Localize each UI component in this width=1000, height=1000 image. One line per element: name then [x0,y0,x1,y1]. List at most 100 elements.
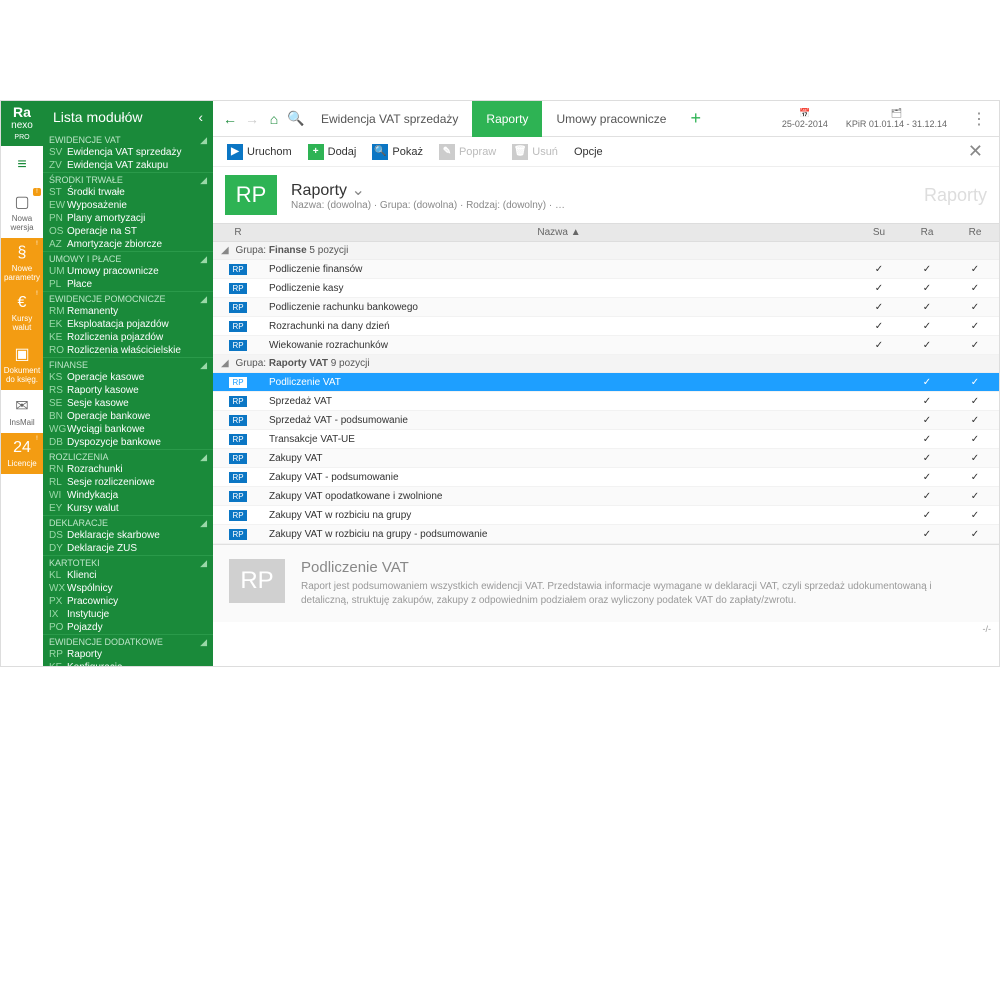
rail-item-3[interactable]: €Kursy walut! [1,288,43,338]
group-header[interactable]: ◢ Grupa: Raporty VAT 9 pozycji [213,355,999,373]
sidebar-item[interactable]: KFKonfiguracja [43,661,213,666]
sidebar-item[interactable]: IXInstytucje [43,608,213,621]
sidebar-item[interactable]: RORozliczenia właścicielskie [43,344,213,357]
col-ra[interactable]: Ra [903,224,951,241]
sidebar-item[interactable]: BNOperacje bankowe [43,410,213,423]
edit-button[interactable]: ✎Popraw [433,142,502,162]
sidebar-item[interactable]: RSRaporty kasowe [43,384,213,397]
sidebar-item[interactable]: RPRaporty [43,648,213,661]
cell-su: ✓ [855,340,903,351]
sidebar-item[interactable]: EWWyposażenie [43,199,213,212]
sidebar-item[interactable]: WXWspólnicy [43,582,213,595]
table-row[interactable]: RP Podliczenie VAT ✓ ✓ [213,373,999,392]
table-row[interactable]: RP Sprzedaż VAT ✓ ✓ [213,392,999,411]
sidebar-section-header[interactable]: UMOWY I PŁACE ◢ [43,251,213,265]
period-widget[interactable]: 🗂KPiR 01.01.14 - 31.12.14 [846,108,947,129]
filter-summary[interactable]: Nazwa: (dowolna) · Grupa: (dowolna) · Ro… [291,200,565,211]
show-button[interactable]: 🔍Pokaż [366,142,429,162]
table-row[interactable]: RP Sprzedaż VAT - podsumowanie ✓ ✓ [213,411,999,430]
sidebar-item[interactable]: RLSesje rozliczeniowe [43,476,213,489]
col-r[interactable]: R [213,224,263,241]
table-row[interactable]: RP Podliczenie rachunku bankowego ✓ ✓ ✓ [213,298,999,317]
sidebar-item[interactable]: RNRozrachunki [43,463,213,476]
home-icon[interactable]: ⌂ [263,108,285,130]
rail-item-1[interactable]: ▢Nowa wersja! [1,186,43,238]
rail-item-0[interactable]: ≡ [1,146,43,186]
sidebar-item[interactable]: EYKursy walut [43,502,213,515]
options-button[interactable]: Opcje [568,144,609,160]
sidebar-item[interactable]: WGWyciągi bankowe [43,423,213,436]
sidebar-item[interactable]: OSOperacje na ST [43,225,213,238]
sidebar-item[interactable]: ZVEwidencja VAT zakupu [43,159,213,172]
run-button[interactable]: ▶Uruchom [221,142,298,162]
table-row[interactable]: RP Zakupy VAT ✓ ✓ [213,449,999,468]
nav-forward-icon[interactable]: → [241,108,263,130]
table-row[interactable]: RP Wiekowanie rozrachunków ✓ ✓ ✓ [213,336,999,355]
table-row[interactable]: RP Transakcje VAT-UE ✓ ✓ [213,430,999,449]
sidebar-item[interactable]: PXPracownicy [43,595,213,608]
rp-badge: RP [229,453,246,464]
table-body: ◢ Grupa: Finanse 5 pozycjiRP Podliczenie… [213,242,999,544]
sidebar-section-header[interactable]: FINANSE ◢ [43,357,213,371]
sidebar-item[interactable]: WIWindykacja [43,489,213,502]
col-name[interactable]: Nazwa ▲ [263,224,855,241]
cell-re: ✓ [951,434,999,445]
sidebar-section-header[interactable]: EWIDENCJE VAT ◢ [43,133,213,146]
sidebar-section-header[interactable]: EWIDENCJE POMOCNICZE ◢ [43,291,213,305]
table-row[interactable]: RP Rozrachunki na dany dzień ✓ ✓ ✓ [213,317,999,336]
sidebar-section-header[interactable]: DEKLARACJE ◢ [43,515,213,529]
sidebar-section-header[interactable]: ROZLICZENIA ◢ [43,449,213,463]
sidebar-item[interactable]: STŚrodki trwałe [43,186,213,199]
rail-item-4[interactable]: ▣Dokument do księg. [1,338,43,390]
collapse-arrow-icon: ◢ [200,637,207,648]
module-sidebar: Lista modułów ‹ EWIDENCJE VAT ◢SVEwidenc… [43,101,213,666]
rail-item-2[interactable]: §Nowe parametry! [1,238,43,288]
col-re[interactable]: Re [951,224,999,241]
sidebar-section-header[interactable]: ŚRODKI TRWAŁE ◢ [43,172,213,186]
collapse-icon[interactable]: ‹ [198,109,203,125]
sidebar-item[interactable]: DYDeklaracje ZUS [43,542,213,555]
sidebar-section-header[interactable]: KARTOTEKI ◢ [43,555,213,569]
page-title[interactable]: Raporty ⌄ [291,180,565,200]
tab[interactable]: Ewidencja VAT sprzedaży [307,101,472,137]
table-row[interactable]: RP Zakupy VAT w rozbiciu na grupy ✓ ✓ [213,506,999,525]
close-icon[interactable]: ✕ [960,141,991,162]
col-su[interactable]: Su [855,224,903,241]
table-row[interactable]: RP Zakupy VAT - podsumowanie ✓ ✓ [213,468,999,487]
rail-item-6[interactable]: 24Licencje! [1,433,43,474]
sidebar-section-header[interactable]: EWIDENCJE DODATKOWE ◢ [43,634,213,648]
search-icon[interactable]: 🔍 [285,108,307,130]
sidebar-item[interactable]: AZAmortyzacje zbiorcze [43,238,213,251]
sidebar-item[interactable]: DSDeklaracje skarbowe [43,529,213,542]
delete-button[interactable]: 🗑Usuń [506,142,564,162]
rail-item-5[interactable]: ✉InsMail [1,390,43,433]
table-row[interactable]: RP Zakupy VAT opodatkowane i zwolnione ✓… [213,487,999,506]
sidebar-item[interactable]: KSOperacje kasowe [43,371,213,384]
sidebar-item[interactable]: SVEwidencja VAT sprzedaży [43,146,213,159]
row-name: Transakcje VAT-UE [263,434,855,445]
table-row[interactable]: RP Podliczenie kasy ✓ ✓ ✓ [213,279,999,298]
sidebar-item[interactable]: DBDyspozycje bankowe [43,436,213,449]
nav-back-icon[interactable]: ← [219,108,241,130]
add-button[interactable]: +Dodaj [302,142,363,162]
sidebar-item[interactable]: PNPlany amortyzacji [43,212,213,225]
sidebar-item[interactable]: KLKlienci [43,569,213,582]
table-row[interactable]: RP Zakupy VAT w rozbiciu na grupy - pods… [213,525,999,544]
tab[interactable]: Raporty [472,101,542,137]
cell-ra: ✓ [903,529,951,540]
add-tab-button[interactable]: + [680,108,711,129]
menu-icon[interactable]: ⋮ [965,109,993,129]
sidebar-item[interactable]: SESesje kasowe [43,397,213,410]
sidebar-item[interactable]: KERozliczenia pojazdów [43,331,213,344]
rp-badge: RP [229,529,246,540]
table-row[interactable]: RP Podliczenie finansów ✓ ✓ ✓ [213,260,999,279]
sidebar-item[interactable]: RMRemanenty [43,305,213,318]
sidebar-item[interactable]: UMUmowy pracownicze [43,265,213,278]
date-widget[interactable]: 📅25-02-2014 [782,108,828,129]
sidebar-item[interactable]: EKEksploatacja pojazdów [43,318,213,331]
sidebar-item[interactable]: POPojazdy [43,621,213,634]
chevron-down-icon: ⌄ [351,182,364,199]
group-header[interactable]: ◢ Grupa: Finanse 5 pozycji [213,242,999,260]
sidebar-item[interactable]: PLPłace [43,278,213,291]
tab[interactable]: Umowy pracownicze [542,101,680,137]
